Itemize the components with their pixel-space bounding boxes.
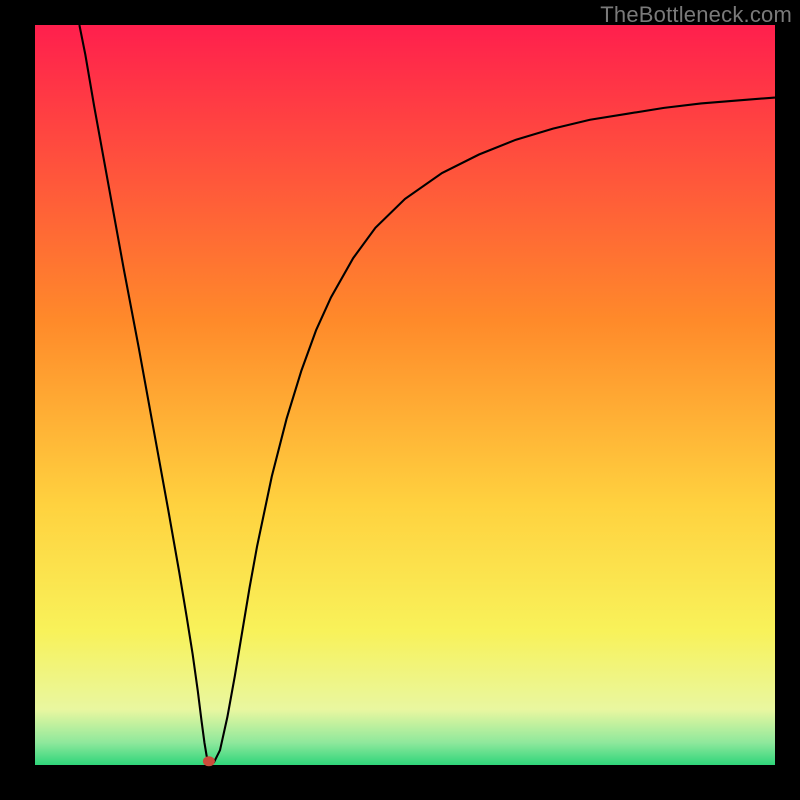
chart-background-gradient [35, 25, 775, 765]
optimum-marker [203, 756, 215, 766]
watermark-text: TheBottleneck.com [600, 2, 792, 28]
chart-container: TheBottleneck.com [0, 0, 800, 800]
bottleneck-chart [0, 0, 800, 800]
